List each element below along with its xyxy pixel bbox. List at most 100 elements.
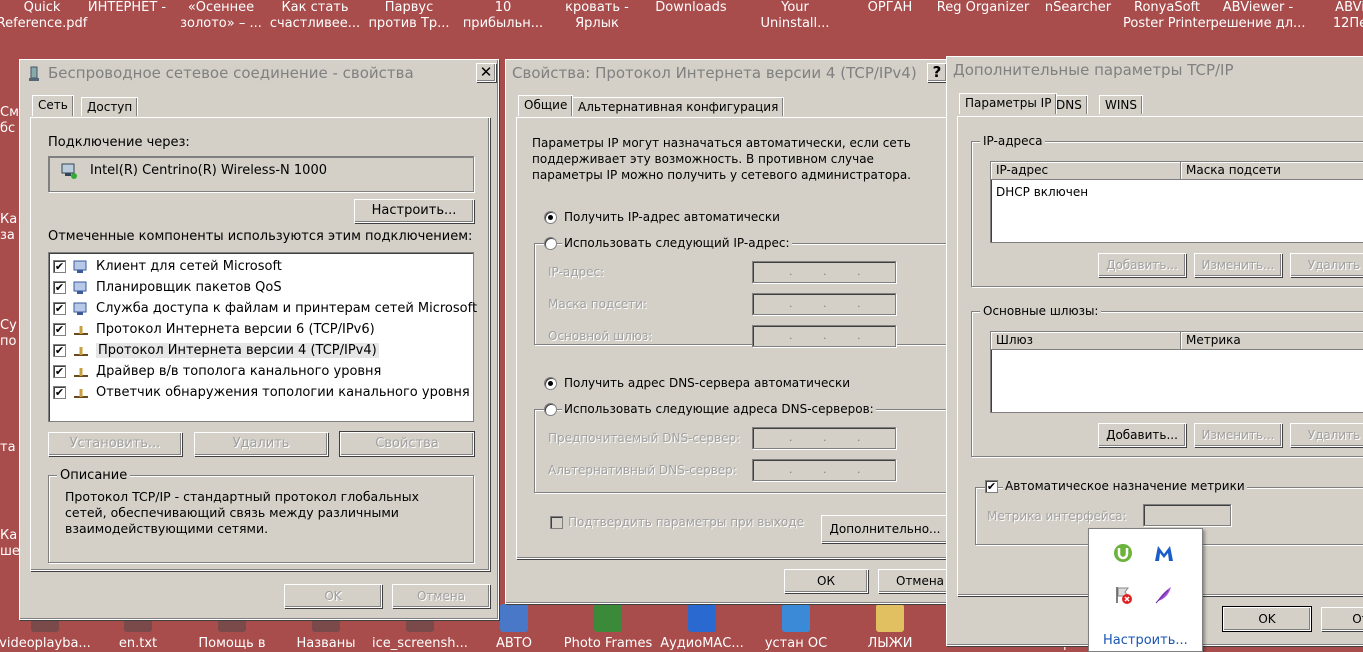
utorrent-icon[interactable] <box>1113 543 1133 563</box>
cancel-button[interactable]: Отм <box>1321 607 1363 631</box>
ipv4-properties-window: Свойства: Протокол Интернета версии 4 (T… <box>505 59 966 604</box>
ip-delete-button[interactable]: Удалить <box>1290 253 1363 277</box>
desktop-icon-label-line2: Uninstall... <box>760 16 830 31</box>
component-checkbox[interactable]: ✔ <box>53 260 66 273</box>
customize-link[interactable]: Настроить... <box>1103 633 1188 648</box>
malwarebytes-icon[interactable] <box>1153 543 1175 563</box>
wireless-connection-properties-window: Беспроводное сетевое соединение - свойст… <box>19 59 499 620</box>
desktop-icon-top[interactable]: ABVi12Пе <box>1300 0 1363 32</box>
properties-button[interactable]: Свойства <box>339 431 475 457</box>
desktop-icon-label-line1: «Осеннее <box>187 0 255 15</box>
gateway-field[interactable]: ... <box>752 325 896 347</box>
ip-edit-button[interactable]: Изменить... <box>1194 253 1282 277</box>
manual-dns-label: Использовать следующие адреса DNS-сервер… <box>562 402 876 416</box>
component-list-item[interactable]: ✔ Клиент для сетей Microsoft <box>53 256 282 277</box>
protocol-icon <box>72 385 90 401</box>
desktop-icon-bottom[interactable]: АудиоМАС... <box>652 604 752 651</box>
component-list-item[interactable]: ✔ Протокол Интернета версии 4 (TCP/IPv4) <box>53 340 379 361</box>
gateway-list[interactable]: Шлюз Метрика <box>990 331 1363 413</box>
component-list-item[interactable]: ✔ Служба доступа к файлам и принтерам сет… <box>53 298 477 319</box>
component-list-item[interactable]: ✔ Ответчик обнаружения топологии канально… <box>53 382 470 403</box>
desktop-icon-top[interactable]: Your Uninstall... <box>745 0 845 32</box>
component-list-item[interactable]: ✔ Протокол Интернета версии 6 (TCP/IPv6) <box>53 319 375 340</box>
desktop-icon-top[interactable]: RonyaSoft Poster Printer <box>1117 0 1217 32</box>
desktop-icon-top[interactable]: кровать - Ярлык <box>547 0 647 32</box>
col-ip-address[interactable]: IP-адрес <box>991 162 1181 180</box>
desktop-icon-top[interactable]: nSearcher <box>1028 0 1128 16</box>
desktop-icon-top[interactable]: Reg Organizer <box>933 0 1033 16</box>
ip-address-list[interactable]: IP-адрес Маска подсети DHCP включен <box>990 161 1363 243</box>
auto-metric-label: Автоматическое назначение метрики <box>1003 479 1247 493</box>
desktop-icon-top[interactable]: ABViewer - решение дл... <box>1208 0 1308 32</box>
gateway-delete-button[interactable]: Удалить <box>1290 423 1363 447</box>
cancel-button[interactable]: Отмена <box>392 584 490 608</box>
ok-button[interactable]: ОК <box>784 569 868 593</box>
desktop-icon-top[interactable]: «Осеннее золото» – ... <box>171 0 271 32</box>
ok-button[interactable]: OK <box>1222 606 1312 632</box>
remove-button[interactable]: Удалить <box>194 432 328 456</box>
alternate-dns-field[interactable]: ... <box>752 459 896 481</box>
component-list-item[interactable]: ✔ Драйвер в/в тополога канального уровня <box>53 361 381 382</box>
desktop-icon-top[interactable]: Парвус против Тр... <box>359 0 459 32</box>
subnet-mask-field[interactable]: ... <box>752 293 896 315</box>
component-checkbox[interactable]: ✔ <box>53 281 66 294</box>
desktop-icon-bottom[interactable]: Photo Frames <box>558 604 658 651</box>
desktop-icon-fragment[interactable]: См <box>0 105 19 121</box>
desktop-icon-bottom[interactable]: ЛЫЖИ <box>840 604 940 651</box>
desktop-icon-fragment[interactable]: за <box>0 228 15 244</box>
manual-dns-radio[interactable] <box>544 403 557 416</box>
close-button[interactable]: ✕ <box>476 63 496 82</box>
desktop-icon-fragment[interactable]: по <box>0 334 16 350</box>
desktop-icon-top[interactable]: 10 прибыльн... <box>453 0 553 32</box>
preferred-dns-field[interactable]: ... <box>752 427 896 449</box>
auto-metric-checkbox[interactable]: ✔ <box>985 480 998 493</box>
advanced-button[interactable]: Дополнительно... <box>821 515 949 543</box>
col-subnet-mask[interactable]: Маска подсети <box>1181 162 1363 180</box>
desktop-icon-fragment[interactable]: бс <box>0 121 15 137</box>
manual-ip-radio[interactable] <box>544 237 557 250</box>
gateway-add-button[interactable]: Добавить... <box>1098 423 1186 447</box>
install-button[interactable]: Установить... <box>48 432 182 456</box>
component-checkbox[interactable]: ✔ <box>53 344 66 357</box>
help-button[interactable]: ? <box>927 63 947 82</box>
auto-dns-radio[interactable] <box>544 377 557 390</box>
ok-button[interactable]: OK <box>284 584 382 608</box>
desktop-icon-top[interactable]: ИНТЕРНЕТ - <box>77 0 177 16</box>
ip-add-button[interactable]: Добавить... <box>1098 253 1186 277</box>
configure-button[interactable]: Настроить... <box>354 199 474 223</box>
ip-address-field[interactable]: ... <box>752 261 896 283</box>
auto-ip-radio[interactable] <box>544 211 557 224</box>
tab-network[interactable]: Сеть <box>32 95 74 116</box>
tab-ip-settings[interactable]: Параметры IP <box>959 93 1058 114</box>
gateway-edit-button[interactable]: Изменить... <box>1194 423 1282 447</box>
component-checkbox[interactable]: ✔ <box>53 323 66 336</box>
desktop-icon-top[interactable]: Downloads <box>641 0 741 16</box>
component-list-item[interactable]: ✔ Планировщик пакетов QoS <box>53 277 282 298</box>
desktop-icon-fragment[interactable]: Ка <box>0 212 17 228</box>
desktop-icon-label-line2: 12Пе <box>1332 16 1363 31</box>
adapter-icon <box>60 162 78 180</box>
desktop-icon-fragment[interactable]: Су <box>0 318 17 334</box>
desktop-icon-bottom[interactable]: устан ОС <box>746 604 846 651</box>
flag-error-icon[interactable] <box>1113 585 1133 605</box>
col-metric[interactable]: Метрика <box>1181 332 1363 350</box>
ip-list-row[interactable]: DHCP включен <box>996 185 1088 199</box>
validate-on-exit-checkbox[interactable] <box>550 516 563 529</box>
desktop-icon-fragment[interactable]: ше <box>0 544 20 560</box>
tab-alternate-config[interactable]: Альтернативная конфигурация <box>572 97 785 116</box>
desktop-icon-top[interactable]: Как стать счастливее... <box>265 0 365 32</box>
tab-wins[interactable]: WINS <box>1099 95 1143 114</box>
interface-metric-field[interactable] <box>1143 504 1231 526</box>
tab-sharing[interactable]: Доступ <box>81 97 139 116</box>
desktop-icon-top[interactable]: ОРГАН <box>840 0 940 16</box>
col-gateway[interactable]: Шлюз <box>991 332 1181 350</box>
desktop-icon-fragment[interactable]: Ка <box>0 528 17 544</box>
feather-icon[interactable] <box>1153 585 1173 605</box>
tab-general[interactable]: Общие <box>518 95 574 116</box>
component-checkbox[interactable]: ✔ <box>53 365 66 378</box>
component-checkbox[interactable]: ✔ <box>53 386 66 399</box>
desktop-icon-fragment[interactable]: та <box>0 440 16 456</box>
component-checkbox[interactable]: ✔ <box>53 302 66 315</box>
subnet-mask-label: Маска подсети: <box>548 297 648 311</box>
component-label: Служба доступа к файлам и принтерам сете… <box>96 301 478 316</box>
